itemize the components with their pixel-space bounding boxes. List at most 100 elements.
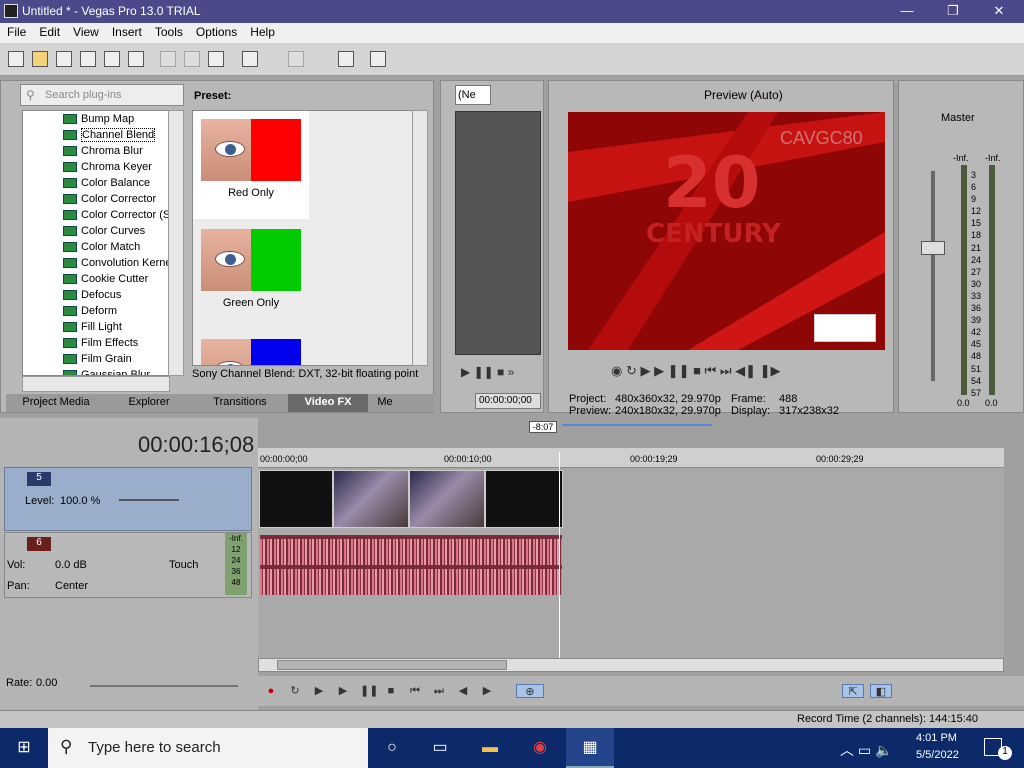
tab-video-fx[interactable]: Video FX [288, 394, 368, 412]
plugin-tree-hscrollbar[interactable] [22, 376, 170, 392]
file-explorer-icon[interactable]: ▬ [466, 728, 514, 768]
plugin-item[interactable]: Film Grain [23, 351, 169, 367]
edit-tool-icon[interactable] [338, 51, 354, 67]
tab-transitions[interactable]: Transitions [192, 394, 288, 412]
automation-mode[interactable]: Touch [169, 559, 198, 571]
play-from-start-icon[interactable]: ▶ [312, 684, 326, 698]
new-project-icon[interactable] [8, 51, 24, 67]
vegas-taskbar-icon[interactable]: ▦ [566, 728, 614, 768]
paste-icon[interactable] [208, 51, 224, 67]
tab-project-media[interactable]: Project Media [6, 394, 106, 412]
plugin-item[interactable]: Color Corrector (S [23, 207, 169, 223]
video-clip[interactable] [485, 470, 563, 528]
timeline-timecode: 00:00:16;08 [138, 432, 255, 457]
menu-view[interactable]: View [66, 23, 105, 39]
playhead-cursor[interactable] [559, 452, 560, 658]
save-as-icon[interactable] [80, 51, 96, 67]
properties-icon[interactable] [128, 51, 144, 67]
clock-time[interactable]: 4:01 PM [916, 732, 957, 744]
tab-more[interactable]: Me [368, 394, 402, 412]
cortana-icon[interactable]: ○ [368, 728, 416, 768]
plugin-item[interactable]: Fill Light [23, 319, 169, 335]
video-track-header[interactable]: 5 Level: 100.0 % [4, 467, 252, 531]
plugin-item[interactable]: Bump Map [23, 111, 169, 127]
pause-icon[interactable]: ❚❚ [360, 684, 378, 698]
save-icon[interactable] [56, 51, 72, 67]
plugin-item[interactable]: Color Corrector [23, 191, 169, 207]
trimmer-transport[interactable]: ▶ ❚❚ ■ » [461, 365, 514, 379]
lock-envelopes-icon[interactable]: ◧ [870, 684, 892, 698]
preset-green-only[interactable]: Green Only [193, 221, 309, 329]
envelope-tool-icon[interactable] [370, 51, 386, 67]
plugin-item[interactable]: Chroma Keyer [23, 159, 169, 175]
prev-frame-icon[interactable]: ◀ [456, 684, 470, 698]
level-slider[interactable] [119, 499, 179, 501]
menu-tools[interactable]: Tools [148, 23, 189, 39]
snap-icon[interactable]: ⊕ [516, 684, 544, 698]
time-ruler[interactable]: 00:00:00;00 00:00:10;00 00:00:19;29 00:0… [258, 448, 1004, 468]
audio-track-header[interactable]: 6 Vol: 0.0 dB Pan: Center Touch -Inf. 12… [4, 532, 252, 598]
loop-region[interactable] [562, 424, 712, 426]
play-icon[interactable]: ▶ [336, 684, 350, 698]
trimmer-dropdown[interactable]: (Ne [455, 85, 491, 105]
rate-slider[interactable] [90, 685, 238, 687]
plugin-item[interactable]: Film Effects [23, 335, 169, 351]
plugin-search-input[interactable]: Search plug-ins [20, 84, 184, 106]
plugin-item[interactable]: Channel Blend [23, 127, 169, 143]
auto-ripple-icon[interactable]: ⇱ [842, 684, 864, 698]
open-folder-icon[interactable] [32, 51, 48, 67]
clock-date[interactable]: 5/5/2022 [916, 749, 959, 761]
menu-file[interactable]: File [0, 23, 32, 39]
cut-icon[interactable] [160, 51, 176, 67]
preview-quality-dropdown[interactable]: Preview (Auto) [704, 88, 783, 102]
go-to-start-icon[interactable]: ⏮ [408, 684, 422, 698]
next-frame-icon[interactable]: ▶ [480, 684, 494, 698]
chrome-icon[interactable]: ◉ [516, 728, 564, 768]
undo-icon[interactable] [242, 51, 258, 67]
plugin-tree-scrollbar[interactable] [168, 110, 184, 376]
video-clip[interactable] [259, 470, 333, 528]
redo-icon[interactable] [288, 51, 304, 67]
plugin-item[interactable]: Color Balance [23, 175, 169, 191]
timeline-scrollbar[interactable] [258, 658, 1004, 672]
minimize-button[interactable]: — [884, 0, 930, 23]
master-fader-track [931, 171, 935, 381]
go-to-end-icon[interactable]: ⏭ [432, 684, 446, 698]
main-toolbar [0, 43, 1024, 76]
video-clip[interactable] [333, 470, 409, 528]
audio-clip[interactable] [259, 534, 563, 596]
record-icon[interactable]: ● [264, 684, 278, 698]
menu-options[interactable]: Options [189, 23, 243, 39]
close-button[interactable]: ✕ [976, 0, 1022, 23]
restore-button[interactable]: ❐ [930, 0, 976, 23]
menu-insert[interactable]: Insert [105, 23, 148, 39]
taskbar-search-input[interactable]: Type here to search [48, 728, 368, 768]
preview-transport[interactable]: ◉ ↻ ▶ ▶ ❚❚ ■ ⏮ ⏭ ◀❚ ❚▶ [611, 363, 781, 379]
render-icon[interactable] [104, 51, 120, 67]
plugin-item[interactable]: Color Match [23, 239, 169, 255]
task-view-icon[interactable]: ▭ [416, 728, 464, 768]
trimmer-view [455, 111, 541, 355]
plugin-item[interactable]: Gaussian Blur [23, 367, 169, 375]
menu-bar: File Edit View Insert Tools Options Help [0, 23, 1024, 43]
tab-explorer[interactable]: Explorer [106, 394, 192, 412]
preset-red-only[interactable]: Red Only [193, 111, 309, 219]
plugin-item[interactable]: Defocus [23, 287, 169, 303]
plugin-item[interactable]: Convolution Kerne [23, 255, 169, 271]
stop-icon[interactable]: ■ [384, 684, 398, 698]
scroll-thumb[interactable] [277, 660, 507, 670]
tray-icons[interactable]: ︿ ▭ 🔈 [840, 740, 892, 760]
windows-start-icon[interactable]: ⊞ [0, 728, 48, 768]
video-clip[interactable] [409, 470, 485, 528]
preset-scrollbar[interactable] [412, 110, 428, 366]
plugin-item[interactable]: Cookie Cutter [23, 271, 169, 287]
loop-icon[interactable]: ↻ [288, 684, 302, 698]
plugin-item[interactable]: Deform [23, 303, 169, 319]
master-fader[interactable] [921, 241, 945, 255]
menu-edit[interactable]: Edit [32, 23, 66, 39]
plugin-item[interactable]: Color Curves [23, 223, 169, 239]
preset-blue-only[interactable] [193, 331, 309, 365]
menu-help[interactable]: Help [243, 23, 281, 39]
copy-icon[interactable] [184, 51, 200, 67]
plugin-item[interactable]: Chroma Blur [23, 143, 169, 159]
